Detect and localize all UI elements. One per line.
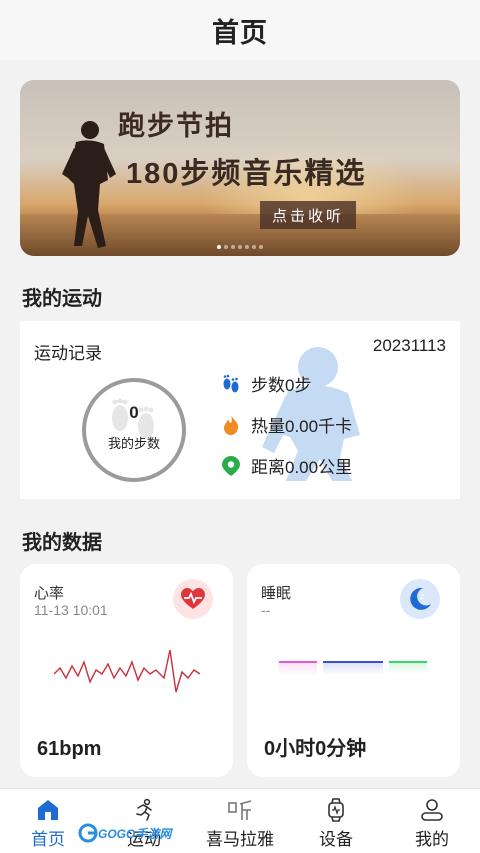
heart-rate-waveform <box>54 649 200 693</box>
banner-subline: 180步频音乐精选 <box>126 158 367 190</box>
sport-record-label: 运动记录 <box>34 344 102 363</box>
home-icon <box>36 797 60 823</box>
banner-dot[interactable] <box>245 245 249 249</box>
watermark-logo-icon <box>78 823 98 843</box>
location-pin-icon <box>220 455 242 477</box>
sport-record-card[interactable]: 运动记录 20231113 0 我的步数 步数0步 热量0.00千卡 距离0.0… <box>20 321 460 499</box>
sleep-bar-deep <box>323 661 383 675</box>
sleep-time: -- <box>261 602 271 618</box>
tab-mine-label: 我的 <box>415 830 449 849</box>
watch-icon <box>326 797 346 823</box>
steps-caption: 我的步数 <box>107 435 160 451</box>
flame-icon <box>220 414 242 436</box>
footprints-icon <box>220 373 242 395</box>
heart-rate-card[interactable]: 心率 11-13 10:01 61bpm <box>20 564 233 777</box>
runner-silhouette <box>62 121 116 248</box>
tab-home-label: 首页 <box>31 830 65 849</box>
banner-dot[interactable] <box>224 245 228 249</box>
banner-dot[interactable] <box>259 245 263 249</box>
sleep-bar-light <box>389 661 427 675</box>
tab-mine[interactable]: 我的 <box>384 789 480 853</box>
stat-calories: 热量0.00千卡 <box>220 412 352 437</box>
stat-calories-text: 热量0.00千卡 <box>251 417 353 436</box>
tab-ximalaya[interactable]: 喜马拉雅 <box>192 789 288 853</box>
steps-ring: 0 我的步数 <box>82 378 186 482</box>
banner-headline: 跑步节拍 <box>118 111 234 141</box>
heart-rate-title: 心率 <box>34 585 65 602</box>
tab-device[interactable]: 设备 <box>288 789 384 853</box>
section-title-my-sport: 我的运动 <box>22 288 102 310</box>
tab-device-label: 设备 <box>319 830 353 849</box>
sleep-bar-awake <box>279 661 317 675</box>
sleep-title: 睡眠 <box>261 585 292 602</box>
sleep-card[interactable]: 睡眠 -- z 0小时0分钟 <box>247 564 460 777</box>
banner-listen-button[interactable]: 点击收听 <box>260 201 356 229</box>
banner-dot[interactable] <box>217 245 221 249</box>
banner-pagination[interactable] <box>20 245 460 249</box>
svg-text:z: z <box>420 592 424 601</box>
stat-steps: 步数0步 <box>220 371 311 396</box>
banner-dot[interactable] <box>238 245 242 249</box>
section-title-my-data: 我的数据 <box>22 532 102 554</box>
stat-distance-text: 距离0.00公里 <box>251 458 353 477</box>
tab-ximalaya-label: 喜马拉雅 <box>206 830 274 849</box>
user-icon <box>420 797 444 823</box>
site-watermark: GOGO手游网 <box>78 822 172 844</box>
running-icon <box>132 797 156 823</box>
heart-rate-time: 11-13 10:01 <box>34 602 108 618</box>
sport-record-date: 20231113 <box>372 336 446 355</box>
stat-distance: 距离0.00公里 <box>220 453 352 478</box>
moon-icon: z <box>400 579 440 619</box>
banner-dot[interactable] <box>252 245 256 249</box>
bottom-tab-bar: 首页 运动 喜马拉雅 设备 我的 <box>0 788 480 853</box>
stat-steps-text: 步数0步 <box>251 376 312 395</box>
banner-dot[interactable] <box>231 245 235 249</box>
ting-icon <box>227 797 253 823</box>
page-title: 首页 <box>212 17 268 48</box>
watermark-text: GOGO手游网 <box>98 826 172 841</box>
heart-rate-value: 61bpm <box>37 738 102 760</box>
promo-banner[interactable]: 跑步节拍 180步频音乐精选 点击收听 <box>20 80 460 256</box>
title-bar: 首页 <box>0 0 480 60</box>
heart-icon <box>173 579 213 619</box>
steps-count: 0 <box>129 402 139 422</box>
sleep-value: 0小时0分钟 <box>264 738 367 760</box>
